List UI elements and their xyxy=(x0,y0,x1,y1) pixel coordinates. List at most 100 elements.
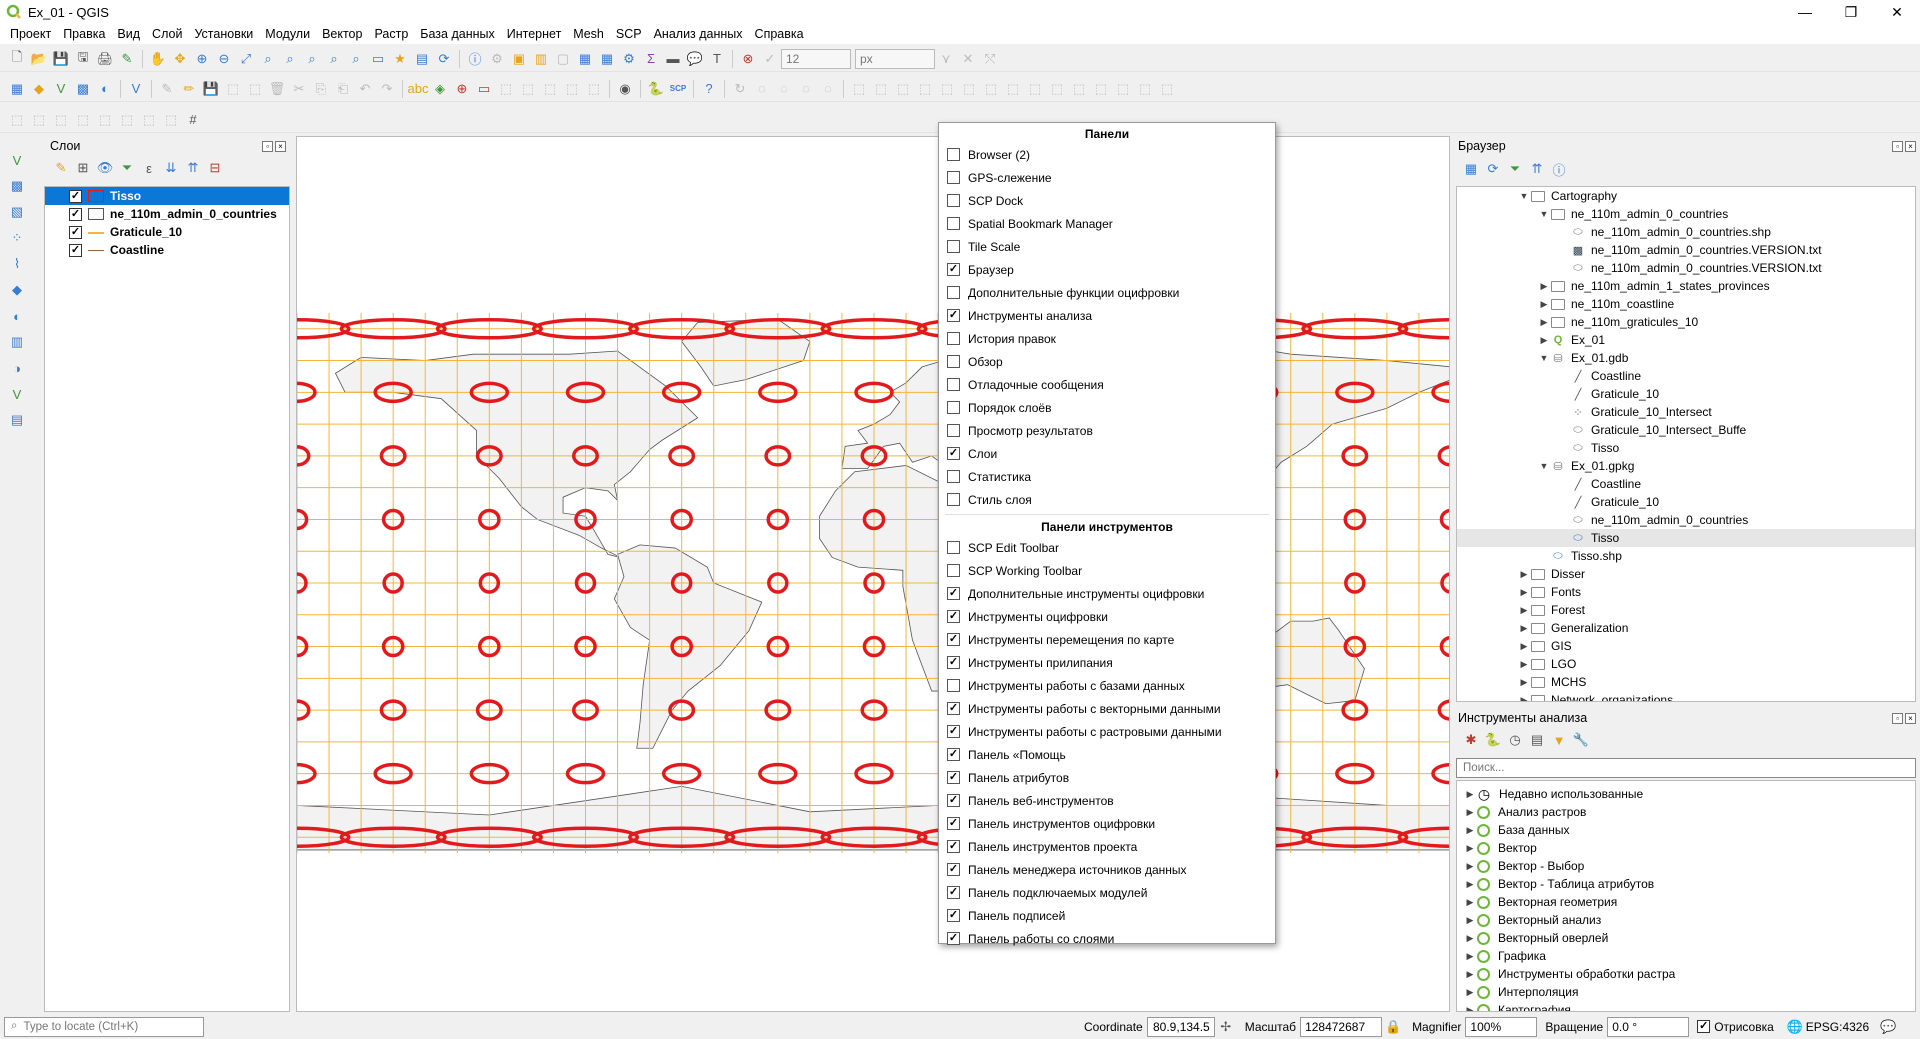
zoom-selection-icon[interactable]: ⌕ xyxy=(257,48,279,70)
new-vector-icon[interactable]: V xyxy=(6,382,28,406)
zoom-in-icon[interactable]: ⊕ xyxy=(191,48,213,70)
options-icon[interactable]: 🔧 xyxy=(1570,729,1592,751)
menu-item-toggle[interactable]: Статистика xyxy=(939,465,1275,488)
crs-label[interactable]: EPSG:4326 xyxy=(1806,1020,1869,1034)
add-feature-icon[interactable]: ⬚ xyxy=(222,78,244,100)
menu-checkbox[interactable]: ✓ xyxy=(947,656,960,669)
menu-item-toggle[interactable]: Просмотр результатов xyxy=(939,419,1275,442)
expand-arrow-icon[interactable]: ▶ xyxy=(1463,969,1477,980)
menu-item-toggle[interactable]: ✓ Инструменты анализа xyxy=(939,304,1275,327)
layer-visibility-checkbox[interactable]: ✓ xyxy=(69,243,82,257)
add-raster-icon[interactable]: ▩ xyxy=(6,174,28,198)
menu-item-toggle[interactable]: ✓ Инструменты оцифровки xyxy=(939,605,1275,628)
menu-item[interactable]: Слой xyxy=(146,27,188,41)
zoom-layer-icon[interactable]: ⌕ xyxy=(279,48,301,70)
menu-item[interactable]: Растр xyxy=(368,27,414,41)
menu-item[interactable]: Mesh xyxy=(567,27,610,41)
zoom-last-icon[interactable]: ⌕ xyxy=(323,48,345,70)
menu-item-toggle[interactable]: ✓ Панель подключаемых модулей xyxy=(939,881,1275,904)
float-panel-icon[interactable]: ▫ xyxy=(1892,712,1903,724)
toggle-editing-icon[interactable]: ✏ xyxy=(178,78,200,100)
expand-arrow-icon[interactable]: ▶ xyxy=(1517,623,1531,634)
menu-checkbox[interactable] xyxy=(947,148,960,161)
new-layer-icon[interactable]: V xyxy=(125,78,147,100)
menu-item-toggle[interactable]: ✓ Дополнительные инструменты оцифровки xyxy=(939,582,1275,605)
expand-arrow-icon[interactable]: ▶ xyxy=(1463,843,1477,854)
filter-legend-icon[interactable]: ⏷ xyxy=(116,157,138,179)
grid-icon[interactable]: # xyxy=(182,109,204,131)
layer-item[interactable]: ✓ ne_110m_admin_0_countries xyxy=(45,205,289,223)
undo-icon[interactable]: ↶ xyxy=(354,78,376,100)
new-project-icon[interactable]: 🗋 xyxy=(6,48,28,70)
shape-tool-7-icon[interactable]: ⬚ xyxy=(138,109,160,131)
help-icon[interactable]: ? xyxy=(698,78,720,100)
menu-item-toggle[interactable]: SCP Edit Toolbar xyxy=(939,536,1275,559)
float-panel-icon[interactable]: ▫ xyxy=(1892,140,1903,152)
map-canvas[interactable] xyxy=(296,136,1450,1012)
menu-checkbox[interactable]: ✓ xyxy=(947,633,960,646)
snapping-icon[interactable]: ⊗ xyxy=(737,48,759,70)
add-delimited-text-icon[interactable]: V xyxy=(50,78,72,100)
rotation-field[interactable]: 0.0 ° xyxy=(1607,1016,1690,1037)
vector-tool-12-icon[interactable]: ⬚ xyxy=(1090,78,1112,100)
vector-tool-3-icon[interactable]: ⬚ xyxy=(892,78,914,100)
close-panel-icon[interactable]: × xyxy=(1905,712,1916,724)
toolbox-group[interactable]: ▶ Вектор xyxy=(1457,839,1915,857)
menu-checkbox[interactable]: ✓ xyxy=(947,932,960,945)
processing-toolbox-icon[interactable]: ⚙ xyxy=(618,48,640,70)
vector-tool-15-icon[interactable]: ⬚ xyxy=(1156,78,1178,100)
menu-item-toggle[interactable]: ✓ Инструменты работы с растровыми данными xyxy=(939,720,1275,743)
toolbox-group[interactable]: ▶ ◷ Недавно использованные xyxy=(1457,785,1915,803)
select-by-value-icon[interactable]: ▥ xyxy=(530,48,552,70)
cut-features-icon[interactable]: ✂ xyxy=(288,78,310,100)
collapse-arrow-icon[interactable]: ▼ xyxy=(1537,209,1551,219)
menu-item[interactable]: Установки xyxy=(188,27,259,41)
vector-tool-10-icon[interactable]: ⬚ xyxy=(1046,78,1068,100)
layer-visibility-checkbox[interactable]: ✓ xyxy=(69,225,82,239)
expand-arrow-icon[interactable]: ▶ xyxy=(1463,789,1477,800)
menu-item-toggle[interactable]: GPS-слежение xyxy=(939,166,1275,189)
menu-checkbox[interactable]: ✓ xyxy=(947,909,960,922)
menu-checkbox[interactable] xyxy=(947,493,960,506)
vector-tool-1-icon[interactable]: ⬚ xyxy=(848,78,870,100)
menu-checkbox[interactable] xyxy=(947,240,960,253)
menu-checkbox[interactable]: ✓ xyxy=(947,817,960,830)
menu-checkbox[interactable] xyxy=(947,378,960,391)
layer-item[interactable]: ✓ Graticule_10 xyxy=(45,223,289,241)
menu-checkbox[interactable]: ✓ xyxy=(947,309,960,322)
shape-tool-5-icon[interactable]: ⬚ xyxy=(94,109,116,131)
toolbox-group[interactable]: ▶ Картография xyxy=(1457,1001,1915,1011)
filter-browser-icon[interactable]: ⏷ xyxy=(1504,158,1526,180)
diagram-icon[interactable]: ⬚ xyxy=(583,78,605,100)
menu-item[interactable]: Правка xyxy=(57,27,111,41)
browser-item[interactable]: ▶ Fonts xyxy=(1457,583,1915,601)
expand-arrow-icon[interactable]: ▶ xyxy=(1517,587,1531,598)
crs-icon[interactable]: 🌐 xyxy=(1784,1016,1806,1038)
vertex-tool-icon[interactable]: ⬚ xyxy=(244,78,266,100)
browser-item[interactable]: ▩ ne_110m_admin_0_countries.VERSION.txt xyxy=(1457,241,1915,259)
digitize-pen-icon[interactable]: ✎ xyxy=(156,78,178,100)
menu-item-toggle[interactable]: SCP Dock xyxy=(939,189,1275,212)
expand-arrow-icon[interactable]: ▶ xyxy=(1463,951,1477,962)
delete-selected-icon[interactable]: 🗑 xyxy=(266,78,288,100)
georeferencer-icon[interactable]: ◉ xyxy=(614,78,636,100)
shape-tool-3-icon[interactable]: ⬚ xyxy=(50,109,72,131)
browser-item[interactable]: ▶ ne_110m_coastline xyxy=(1457,295,1915,313)
visibility-icon[interactable]: 👁 xyxy=(94,157,116,179)
expand-arrow-icon[interactable]: ▶ xyxy=(1463,987,1477,998)
browser-item[interactable]: ╱ Coastline xyxy=(1457,475,1915,493)
add-gpx-icon[interactable]: ⌇ xyxy=(6,252,28,276)
menu-checkbox[interactable] xyxy=(947,470,960,483)
new-map-view-icon[interactable]: ▭ xyxy=(367,48,389,70)
collapse-all-icon[interactable]: ⇈ xyxy=(182,157,204,179)
expand-arrow-icon[interactable]: ▶ xyxy=(1463,825,1477,836)
zoom-out-icon[interactable]: ⊖ xyxy=(213,48,235,70)
add-spatialite-icon[interactable]: ◆ xyxy=(6,278,28,302)
virtual-layer-icon[interactable]: ▤ xyxy=(6,408,28,432)
deselect-icon[interactable]: ▢ xyxy=(552,48,574,70)
layer-item[interactable]: ✓ Tisso xyxy=(45,187,289,205)
menu-checkbox[interactable] xyxy=(947,217,960,230)
vector-tool-14-icon[interactable]: ⬚ xyxy=(1134,78,1156,100)
menu-item-toggle[interactable]: Стиль слоя xyxy=(939,488,1275,511)
advanced-digitize-3-icon[interactable]: ◌ xyxy=(773,78,795,100)
